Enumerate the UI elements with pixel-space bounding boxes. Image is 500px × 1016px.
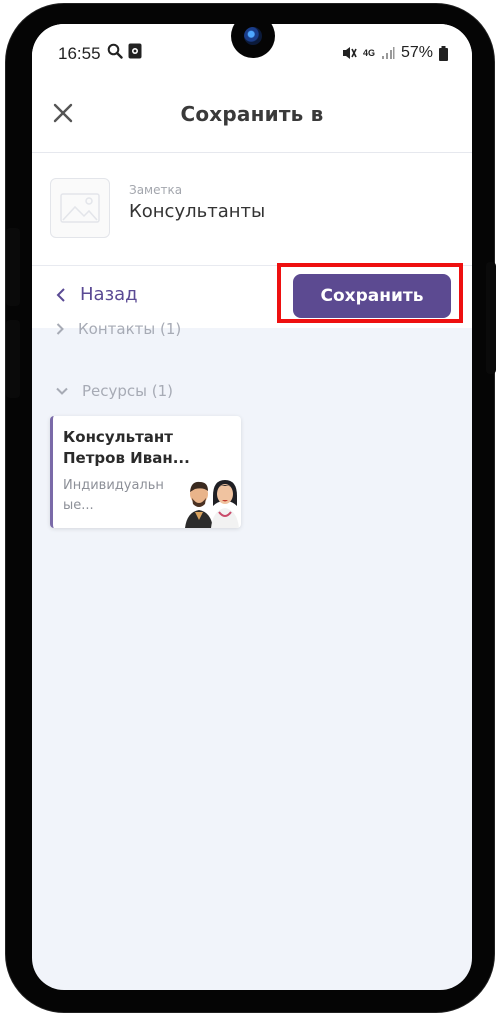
section-contacts[interactable]: Контакты (1) [56, 320, 181, 338]
status-time: 16:55 [58, 44, 101, 63]
battery-icon [439, 45, 448, 61]
search-icon [107, 43, 123, 59]
chevron-left-icon [56, 287, 65, 302]
header-bar: Сохранить в [32, 80, 472, 153]
note-summary: Заметка Консультанты [32, 153, 472, 266]
note-title: Консультанты [129, 201, 266, 222]
action-row: Назад Сохранить [32, 263, 472, 328]
consultants-illustration [185, 480, 239, 528]
back-button[interactable]: Назад [56, 284, 138, 305]
section-resources-label: Ресурсы (1) [82, 382, 174, 400]
status-right: 4G 57% [341, 44, 448, 62]
notification-app-icon [128, 43, 142, 59]
network-type: 4G [362, 47, 375, 58]
back-label: Назад [80, 284, 138, 305]
mute-icon [342, 47, 357, 59]
side-button [6, 320, 20, 398]
signal-icon [381, 47, 395, 59]
chevron-down-icon [56, 387, 68, 395]
save-button[interactable]: Сохранить [293, 274, 451, 318]
side-button [6, 228, 20, 306]
section-contacts-label: Контакты (1) [78, 320, 182, 338]
section-resources[interactable]: Ресурсы (1) [56, 382, 173, 400]
resource-card-subtitle: Индивидуальн ые... [63, 478, 164, 513]
side-button [486, 262, 496, 374]
image-placeholder-icon [60, 193, 100, 223]
resource-card-title: Консультант Петров Иван... [63, 428, 190, 467]
note-thumbnail [50, 178, 110, 238]
resource-card[interactable]: Консультант Петров Иван... Индивидуальн … [50, 416, 241, 528]
note-type-label: Заметка [129, 183, 183, 197]
battery-percent: 57% [400, 44, 433, 61]
phone-screen: 16:55 4G 57% Сохранить в Заметка Консуль… [32, 24, 472, 990]
chevron-right-icon [56, 323, 64, 335]
page-title: Сохранить в [180, 102, 324, 126]
